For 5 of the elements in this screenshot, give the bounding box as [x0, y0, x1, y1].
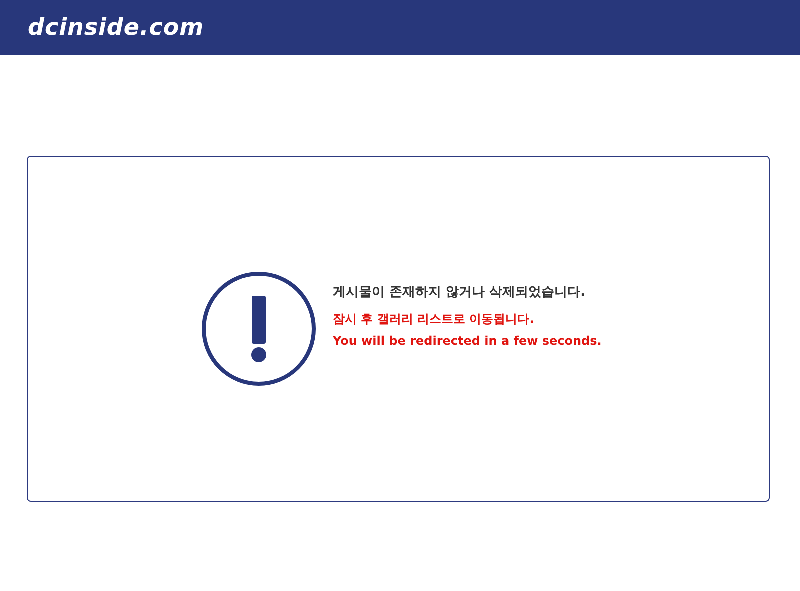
exclamation-icon — [201, 271, 317, 387]
error-message: 게시물이 존재하지 않거나 삭제되었습니다. — [333, 284, 587, 300]
redirect-notice: 잠시 후 갤러리 리스트로 이동됩니다. — [333, 310, 536, 328]
site-logo[interactable]: dcinside.com — [28, 14, 204, 40]
redirect-notice: You will be redirected in a few seconds. — [333, 334, 602, 348]
